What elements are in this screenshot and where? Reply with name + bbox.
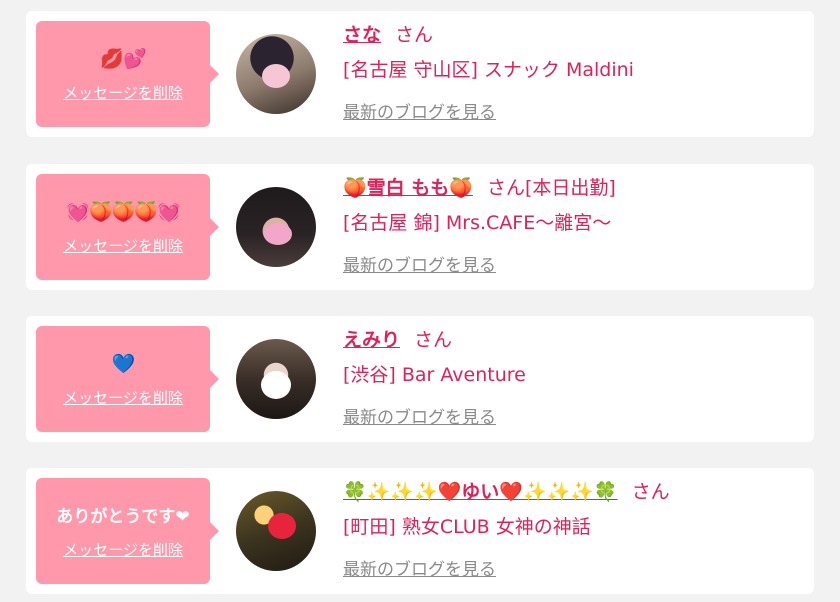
latest-blog-link[interactable]: 最新のブログを見る xyxy=(343,254,496,278)
name-line: えみり さん xyxy=(343,326,452,354)
avatar[interactable] xyxy=(236,34,316,114)
shop-label: [町田] 熟女CLUB 女神の神話 xyxy=(343,516,591,538)
delete-message-link[interactable]: メッセージを削除 xyxy=(36,387,210,408)
delete-message-link[interactable]: メッセージを削除 xyxy=(36,82,210,103)
face-mask xyxy=(262,64,290,88)
avatar[interactable] xyxy=(236,339,316,419)
avatar[interactable] xyxy=(236,491,316,571)
cast-name-link[interactable]: 🍑雪白 もも🍑 xyxy=(343,177,473,199)
message-bubble: 💙 メッセージを削除 xyxy=(36,326,219,432)
name-line: 🍀✨✨✨❤️ゆい❤️✨✨✨🍀 さん xyxy=(343,478,670,506)
delete-message-link[interactable]: メッセージを削除 xyxy=(36,235,210,256)
message-card: 💋💕 メッセージを削除 さな さん [名古屋 守山区] スナック Maldini … xyxy=(26,11,814,137)
heart-sticker xyxy=(268,513,296,539)
shop-label: [渋谷] Bar Aventure xyxy=(343,364,526,386)
message-card: ありがとうです❤ メッセージを削除 🍀✨✨✨❤️ゆい❤️✨✨✨🍀 さん [町田] … xyxy=(26,468,814,594)
honorific: さん xyxy=(395,24,434,46)
face-sticker xyxy=(264,223,292,245)
message-text: ありがとうです❤ xyxy=(56,507,190,527)
avatar[interactable] xyxy=(236,187,316,267)
card-info: 🍑雪白 もも🍑 さん[本日出勤] [名古屋 錦] Mrs.CAFE～離宮～ 最新の… xyxy=(343,164,804,290)
message-bubble: 💓🍑🍑🍑💓 メッセージを削除 xyxy=(36,174,219,280)
shop-label: [名古屋 錦] Mrs.CAFE～離宮～ xyxy=(343,212,612,234)
status-label: [本日出勤] xyxy=(524,177,616,199)
name-line: 🍑雪白 もも🍑 さん[本日出勤] xyxy=(343,174,616,202)
cast-name-link[interactable]: えみり xyxy=(343,329,400,351)
message-card: 💙 メッセージを削除 えみり さん [渋谷] Bar Aventure 最新のブロ… xyxy=(26,316,814,442)
honorific: さん xyxy=(414,329,453,351)
cast-name-link[interactable]: さな xyxy=(343,24,381,46)
name-line: さな さん xyxy=(343,21,433,49)
heart-sticker xyxy=(261,371,291,399)
card-info: えみり さん [渋谷] Bar Aventure 最新のブログを見る xyxy=(343,316,804,442)
delete-message-link[interactable]: メッセージを削除 xyxy=(36,539,210,560)
message-bubble: ありがとうです❤ メッセージを削除 xyxy=(36,478,219,584)
latest-blog-link[interactable]: 最新のブログを見る xyxy=(343,101,496,125)
message-text: 💋💕 xyxy=(100,48,146,70)
latest-blog-link[interactable]: 最新のブログを見る xyxy=(343,406,496,430)
shop-label: [名古屋 守山区] スナック Maldini xyxy=(343,59,634,81)
message-text: 💙 xyxy=(111,353,136,375)
message-bubble: 💋💕 メッセージを削除 xyxy=(36,21,219,127)
message-card: 💓🍑🍑🍑💓 メッセージを削除 🍑雪白 もも🍑 さん[本日出勤] [名古屋 錦] M… xyxy=(26,164,814,290)
honorific: さん xyxy=(486,177,525,199)
card-info: さな さん [名古屋 守山区] スナック Maldini 最新のブログを見る xyxy=(343,11,804,137)
honorific: さん xyxy=(631,481,670,503)
latest-blog-link[interactable]: 最新のブログを見る xyxy=(343,558,496,582)
cast-name-link[interactable]: 🍀✨✨✨❤️ゆい❤️✨✨✨🍀 xyxy=(343,481,618,503)
message-text: 💓🍑🍑🍑💓 xyxy=(66,201,180,223)
card-info: 🍀✨✨✨❤️ゆい❤️✨✨✨🍀 さん [町田] 熟女CLUB 女神の神話 最新のブロ… xyxy=(343,468,804,594)
